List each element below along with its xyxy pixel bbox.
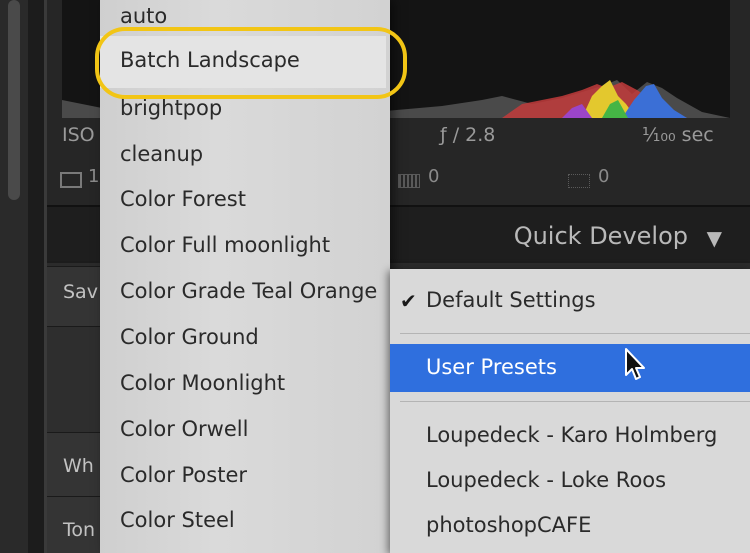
white-balance-row[interactable]: Wh — [47, 432, 107, 496]
preset-item-color-ground[interactable]: Color Ground — [120, 325, 259, 349]
menu-separator — [400, 401, 750, 402]
preset-item-color-grade-teal-orange[interactable]: Color Grade Teal Orange — [120, 279, 377, 303]
menu-item-default-settings[interactable]: Default Settings — [426, 288, 596, 312]
menu-item-loupedeck-karo-holmberg[interactable]: Loupedeck - Karo Holmberg — [426, 423, 717, 447]
preset-item-brightpop[interactable]: brightpop — [120, 96, 222, 120]
mouse-cursor-icon — [625, 348, 645, 380]
quick-develop-row — [47, 326, 107, 432]
preset-item-color-forest[interactable]: Color Forest — [120, 187, 246, 211]
grain-value: 0 — [428, 166, 440, 187]
preset-item-color-moonlight[interactable]: Color Moonlight — [120, 371, 285, 395]
vignette-value: 0 — [598, 166, 610, 187]
preset-item-auto[interactable]: auto — [120, 4, 167, 28]
preset-item-color-steel[interactable]: Color Steel — [120, 508, 235, 532]
preset-item-color-full-moonlight[interactable]: Color Full moonlight — [120, 233, 330, 257]
menu-item-photoshopcafe[interactable]: photoshopCAFE — [426, 513, 591, 537]
shutter-readout: ¹⁄₁₀₀ sec — [642, 124, 714, 146]
menu-item-user-presets[interactable]: User Presets — [426, 355, 557, 379]
highlight-annotation-ring — [95, 27, 407, 99]
menu-separator — [400, 333, 750, 334]
checkmark-icon: ✔ — [400, 289, 417, 313]
collapse-triangle-icon[interactable]: ▼ — [707, 226, 722, 250]
crop-icon — [60, 172, 82, 188]
preset-item-color-orwell[interactable]: Color Orwell — [120, 417, 248, 441]
quick-develop-title: Quick Develop — [513, 222, 688, 250]
preset-item-color-poster[interactable]: Color Poster — [120, 463, 247, 487]
scrollbar-thumb[interactable] — [8, 0, 20, 200]
saved-preset-row[interactable]: Sav — [47, 266, 107, 326]
grain-icon — [398, 174, 420, 188]
tone-control-row[interactable]: Ton — [47, 496, 107, 553]
saved-preset-submenu: ✔ Default Settings User Presets Loupedec… — [390, 269, 750, 553]
preset-item-cleanup[interactable]: cleanup — [120, 142, 203, 166]
aperture-readout: ƒ / 2.8 — [440, 124, 496, 146]
vignette-icon — [568, 174, 590, 188]
menu-item-loupedeck-loke-roos[interactable]: Loupedeck - Loke Roos — [426, 468, 666, 492]
